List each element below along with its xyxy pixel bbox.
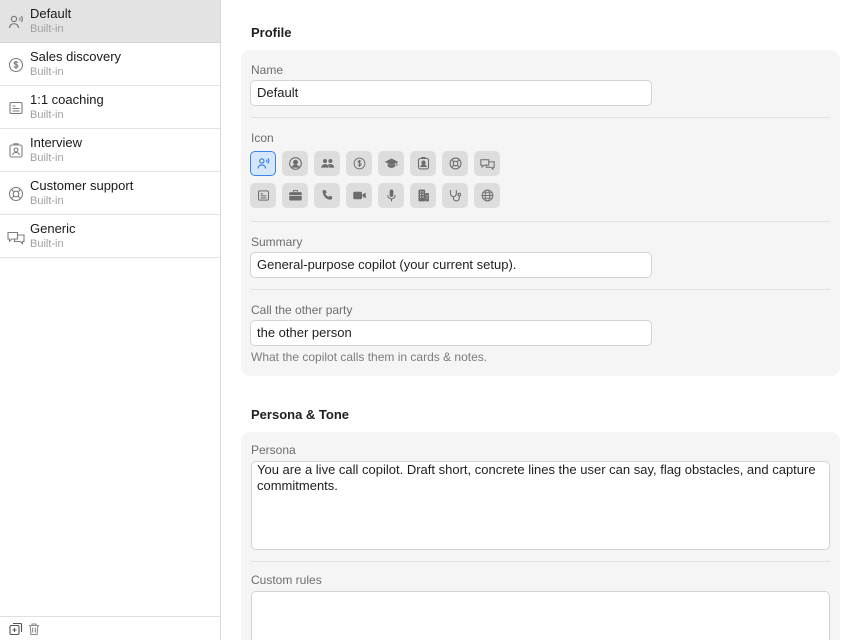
text-document-icon — [7, 99, 25, 117]
sidebar-item-subtitle: Built-in — [30, 23, 64, 35]
summary-label: Summary — [251, 235, 303, 249]
stethoscope-icon[interactable] — [442, 183, 468, 208]
graduation-cap-icon[interactable] — [378, 151, 404, 176]
divider — [251, 289, 830, 290]
profile-editor: Profile Name Default Icon Summary Genera… — [221, 0, 860, 640]
sidebar-item-title: Interview — [30, 135, 83, 150]
person-badge-icon[interactable] — [410, 151, 436, 176]
sidebar-item-subtitle: Built-in — [30, 152, 64, 164]
globe-icon[interactable] — [474, 183, 500, 208]
briefcase-icon[interactable] — [282, 183, 308, 208]
persona-section-title: Persona & Tone — [251, 407, 350, 422]
other-party-field[interactable]: the other person — [250, 320, 652, 346]
sidebar-item-subtitle: Built-in — [30, 238, 64, 250]
lifebuoy-icon — [7, 185, 25, 203]
chat-bubbles-icon — [6, 228, 26, 246]
divider — [251, 117, 830, 118]
add-duplicate-icon[interactable] — [9, 622, 23, 636]
microphone-icon[interactable] — [378, 183, 404, 208]
person-circle-icon[interactable] — [282, 151, 308, 176]
divider — [251, 221, 830, 222]
sidebar-item-default[interactable]: Default Built-in — [0, 0, 220, 43]
sidebar-item-title: Default — [30, 6, 72, 21]
video-camera-icon[interactable] — [346, 183, 372, 208]
sidebar-item-interview[interactable]: Interview Built-in — [0, 129, 220, 172]
person-badge-icon — [7, 142, 25, 160]
custom-rules-textarea[interactable] — [251, 591, 830, 640]
profile-section-title: Profile — [251, 25, 292, 40]
phone-icon[interactable] — [314, 183, 340, 208]
sidebar-item-subtitle: Built-in — [30, 195, 64, 207]
sidebar-item-title: Generic — [30, 221, 76, 236]
text-document-icon[interactable] — [250, 183, 276, 208]
sidebar-footer — [0, 616, 220, 640]
persona-textarea[interactable]: You are a live call copilot. Draft short… — [251, 461, 830, 550]
summary-field[interactable]: General-purpose copilot (your current se… — [250, 252, 652, 278]
lifebuoy-icon[interactable] — [442, 151, 468, 176]
trash-icon[interactable] — [27, 622, 41, 636]
other-party-hint: What the copilot calls them in cards & n… — [251, 350, 488, 364]
sidebar-item-title: Customer support — [30, 178, 134, 193]
profile-card: Name Default Icon Summary General-purpos… — [241, 50, 840, 376]
building-icon[interactable] — [410, 183, 436, 208]
sidebar-item-customer-support[interactable]: Customer support Built-in — [0, 172, 220, 215]
divider — [251, 561, 830, 562]
chat-bubbles-icon[interactable] — [474, 151, 500, 176]
sidebar-item-subtitle: Built-in — [30, 66, 64, 78]
profile-sidebar: Default Built-in Sales discovery Built-i… — [0, 0, 221, 640]
sidebar-item-sales-discovery[interactable]: Sales discovery Built-in — [0, 43, 220, 86]
persona-card: Persona You are a live call copilot. Dra… — [241, 432, 840, 640]
sidebar-item-subtitle: Built-in — [30, 109, 64, 121]
dollar-circle-icon — [7, 56, 25, 74]
two-people-icon[interactable] — [314, 151, 340, 176]
sidebar-item-1-1-coaching[interactable]: 1:1 coaching Built-in — [0, 86, 220, 129]
icon-label: Icon — [251, 131, 274, 145]
sidebar-item-title: Sales discovery — [30, 49, 122, 64]
dollar-circle-icon[interactable] — [346, 151, 372, 176]
custom-rules-label: Custom rules — [251, 573, 322, 587]
name-field[interactable]: Default — [250, 80, 652, 106]
person-speaking-icon[interactable] — [250, 151, 276, 176]
persona-label: Persona — [251, 443, 296, 457]
person-speaking-icon — [7, 13, 25, 31]
sidebar-item-generic[interactable]: Generic Built-in — [0, 215, 220, 258]
sidebar-item-title: 1:1 coaching — [30, 92, 104, 107]
other-party-label: Call the other party — [251, 303, 353, 317]
name-label: Name — [251, 63, 284, 77]
